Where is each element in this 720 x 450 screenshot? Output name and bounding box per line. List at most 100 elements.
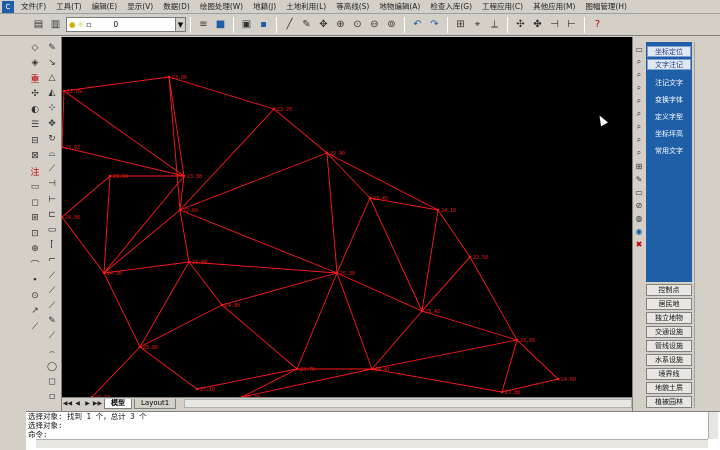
annotation-button[interactable]: 坐标坪高 — [647, 128, 691, 139]
category-button[interactable]: 境界线 — [646, 368, 692, 380]
drawing-canvas[interactable]: 22.09 23.00 23.20 23.38 23.50 22.60 22.90 23.45… — [62, 37, 632, 397]
help-icon[interactable]: ? — [590, 17, 605, 32]
category-button[interactable]: 水系设施 — [646, 354, 692, 366]
first-tab-icon[interactable]: ◀◀ — [63, 399, 72, 408]
annotation-icon[interactable]: 注 — [28, 165, 42, 178]
grid-icon[interactable]: ⊞ — [633, 160, 645, 172]
command-window[interactable]: 选择对象: 找到 1 个，总计 3 个 选择对象: 命令: — [26, 411, 720, 450]
tab-model[interactable]: 模型 — [104, 398, 132, 409]
draw-tool-icon[interactable]: ⌈ — [45, 239, 59, 252]
dot-icon[interactable]: ∙ — [28, 274, 42, 287]
menu-item[interactable]: 显示(V) — [122, 1, 158, 12]
network-edge[interactable] — [168, 76, 185, 177]
draw-tool-icon[interactable]: ✎ — [45, 41, 59, 54]
attribute-icon[interactable]: ◍ — [633, 212, 645, 224]
annotation-button[interactable]: 常用文字 — [647, 145, 691, 156]
network-edge[interactable] — [62, 175, 111, 218]
survey-point[interactable] — [272, 107, 276, 111]
search-icon[interactable]: ⌕ — [633, 82, 645, 94]
select-icon[interactable]: ◇ — [28, 41, 42, 54]
network-edge[interactable] — [179, 108, 275, 211]
layer-dropdown[interactable]: ● ☼ ▫ 0 ▼ — [66, 17, 186, 32]
zoom-extents-icon[interactable]: ⊚ — [384, 17, 399, 32]
info-icon[interactable]: ◉ — [633, 225, 645, 237]
edit-icon[interactable]: ✎ — [633, 173, 645, 185]
select-icon[interactable]: ▭ — [633, 43, 645, 55]
horizontal-scrollbar[interactable] — [184, 399, 632, 408]
pencil-icon[interactable]: ✎ — [299, 17, 314, 32]
snap-icon[interactable]: ✣ — [28, 88, 42, 101]
network-edge[interactable] — [501, 339, 518, 393]
save-file-icon[interactable]: ▪ — [256, 17, 271, 32]
category-button[interactable]: 交通设施 — [646, 326, 692, 338]
survey-point[interactable] — [436, 208, 440, 212]
survey-point[interactable] — [182, 174, 186, 178]
delete-icon[interactable]: ✖ — [633, 238, 645, 250]
tab-layout1[interactable]: Layout1 — [134, 398, 177, 409]
draw-tool-icon[interactable]: ⟋ — [45, 330, 59, 343]
extend-icon[interactable]: ⊢ — [564, 17, 579, 32]
network-edge[interactable] — [241, 368, 373, 397]
box-icon[interactable]: ◻ — [28, 196, 42, 209]
survey-point[interactable] — [295, 367, 299, 371]
survey-point[interactable] — [335, 271, 339, 275]
survey-point[interactable] — [195, 387, 199, 391]
annotation-button[interactable]: 注记文字 — [647, 77, 691, 88]
draw-tool-icon[interactable]: ↘ — [45, 56, 59, 69]
search-icon[interactable]: ⌕ — [633, 108, 645, 120]
network-edge[interactable] — [221, 272, 338, 306]
survey-point[interactable] — [468, 255, 472, 259]
search-icon[interactable]: ⌕ — [633, 56, 645, 68]
draw-tool-icon[interactable]: ⟋ — [45, 269, 59, 282]
network-edge[interactable] — [196, 368, 298, 390]
search-icon[interactable]: ⌕ — [633, 95, 645, 107]
draw-tool-icon[interactable]: ⌢ — [45, 345, 59, 358]
draw-tool-icon[interactable]: ⌐ — [45, 254, 59, 267]
network-edge[interactable] — [91, 346, 141, 397]
network-edge[interactable] — [221, 304, 298, 370]
survey-point[interactable] — [325, 151, 329, 155]
menu-item[interactable]: 编辑(E) — [87, 1, 123, 12]
menu-item[interactable]: 文件(F) — [16, 1, 51, 12]
menu-item[interactable]: 工程应用(C) — [477, 1, 528, 12]
survey-point[interactable] — [62, 89, 66, 93]
draw-tool-icon[interactable]: ◭ — [45, 87, 59, 100]
menu-item[interactable]: 数据(D) — [158, 1, 195, 12]
network-edge[interactable] — [326, 152, 371, 199]
menu-item[interactable]: 图幅管理(H) — [580, 1, 632, 12]
network-edge[interactable] — [188, 261, 223, 306]
draw-tool-icon[interactable]: ⊏ — [45, 208, 59, 221]
survey-point[interactable] — [556, 377, 560, 381]
zoom-realtime-icon[interactable]: ⊕ — [333, 17, 348, 32]
edit-node-icon[interactable]: ✣ — [513, 17, 528, 32]
search-icon[interactable]: ⌕ — [633, 69, 645, 81]
menu-item[interactable]: 等高线(S) — [331, 1, 374, 12]
network-edge[interactable] — [369, 197, 423, 312]
layer-manager-icon[interactable]: ▤ — [31, 17, 46, 32]
move-icon[interactable]: ✤ — [530, 17, 545, 32]
menu-item[interactable]: 绘图处理(W) — [195, 1, 248, 12]
undo-icon[interactable]: ↶ — [410, 17, 425, 32]
draw-tool-icon[interactable]: ✥ — [45, 117, 59, 130]
last-tab-icon[interactable]: ▶▶ — [93, 399, 102, 408]
network-edge[interactable] — [103, 209, 181, 274]
survey-point[interactable] — [420, 309, 424, 313]
draw-tool-icon[interactable]: ⊢ — [45, 193, 59, 206]
network-edge[interactable] — [336, 272, 423, 312]
network-edge[interactable] — [336, 197, 371, 274]
network-edge[interactable] — [168, 76, 275, 110]
network-edge[interactable] — [168, 76, 181, 211]
save-icon[interactable]: ■ — [213, 17, 228, 32]
frame-icon[interactable]: ⊡ — [28, 227, 42, 240]
survey-point[interactable] — [178, 208, 182, 212]
draw-tool-icon[interactable]: ▭ — [45, 223, 59, 236]
survey-point[interactable] — [500, 390, 504, 394]
network-edge[interactable] — [273, 108, 328, 154]
network-edge[interactable] — [437, 209, 471, 258]
grid-icon[interactable]: ⊠ — [28, 150, 42, 163]
menu-item[interactable]: 其他应用(M) — [528, 1, 580, 12]
network-edge[interactable] — [179, 209, 190, 263]
trim-icon[interactable]: ⊣ — [547, 17, 562, 32]
network-edge[interactable] — [326, 152, 338, 274]
network-edge[interactable] — [296, 272, 338, 370]
